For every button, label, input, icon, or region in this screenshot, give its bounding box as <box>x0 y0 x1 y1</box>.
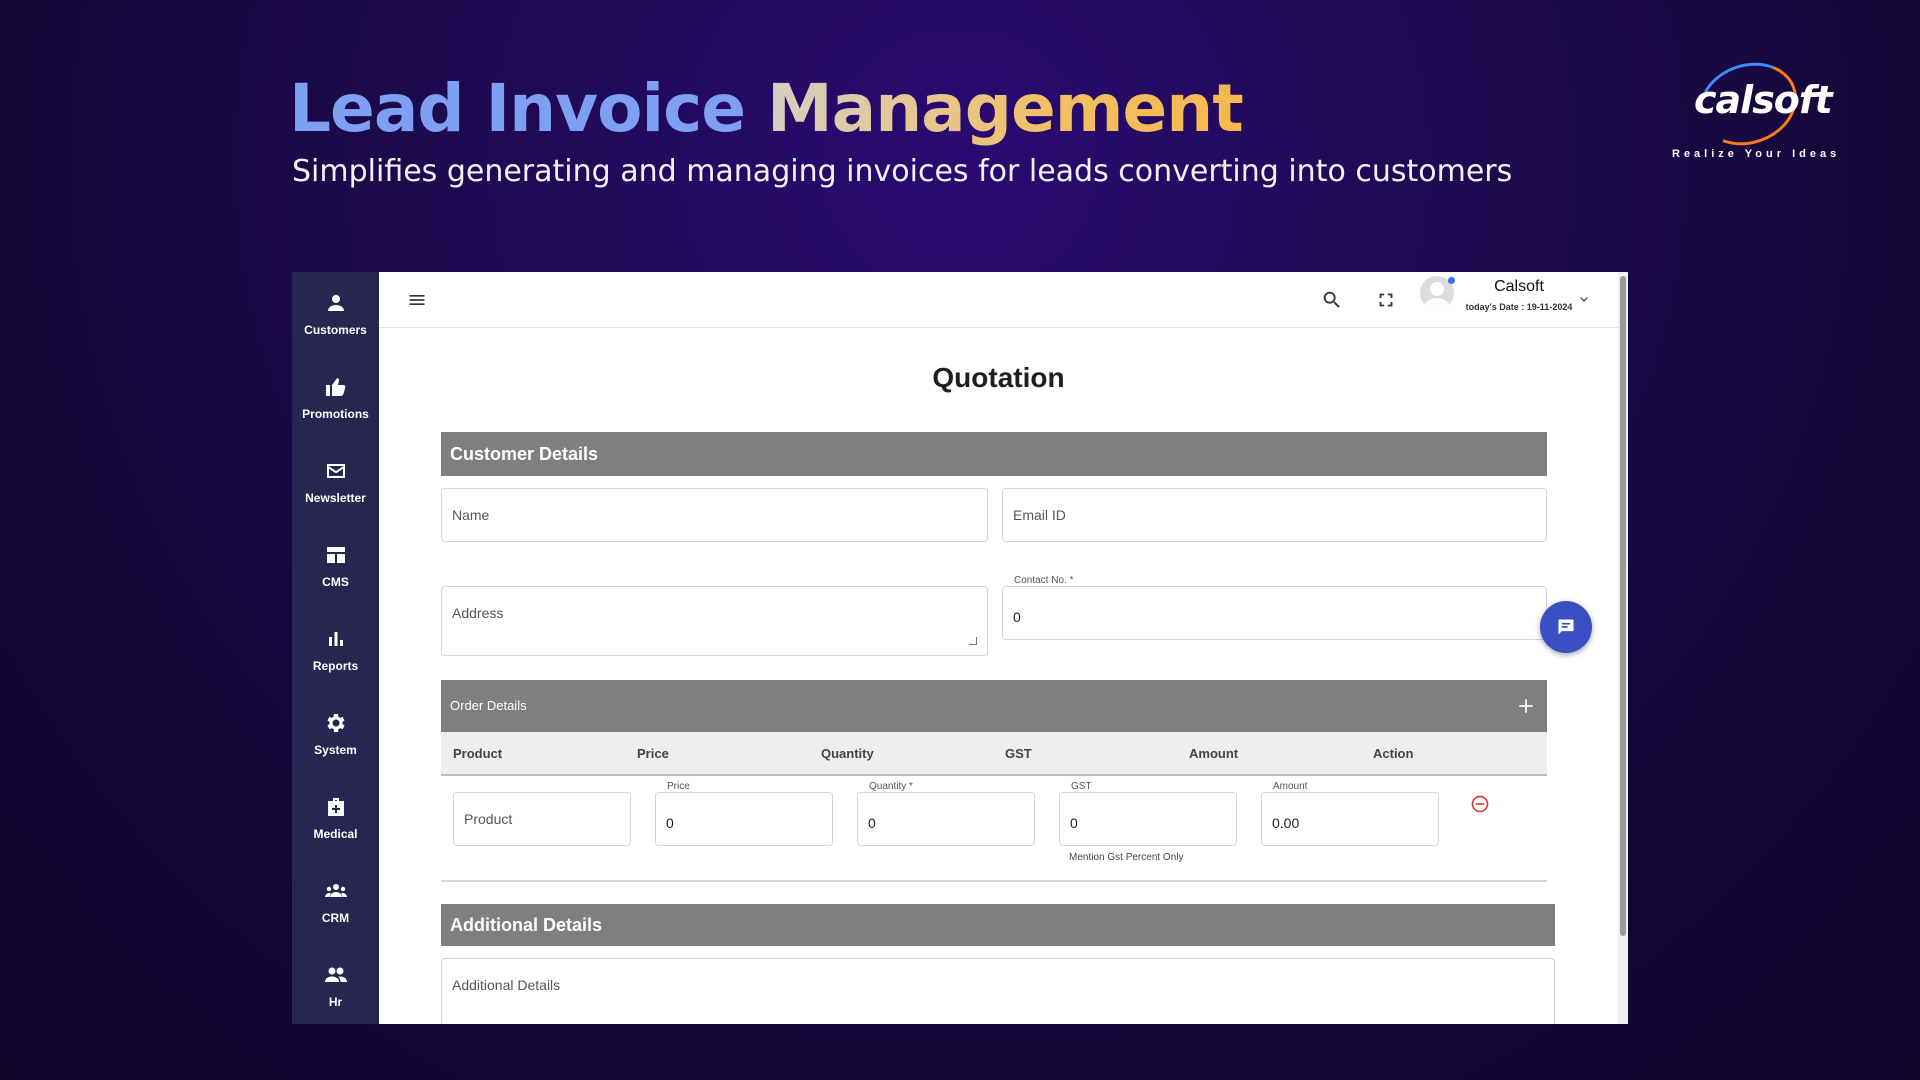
sidebar-item-newsletter[interactable]: Newsletter <box>292 442 379 522</box>
name-placeholder: Name <box>452 507 490 523</box>
address-placeholder: Address <box>452 605 504 621</box>
brand-logo: calsoft Realize Your Ideas <box>1660 49 1850 167</box>
amount-value: 0.00 <box>1272 815 1300 831</box>
fullscreen-button[interactable] <box>1375 289 1397 311</box>
name-field[interactable]: Name <box>441 488 988 542</box>
sidebar-item-label: CRM <box>321 911 350 925</box>
gst-label: GST <box>1068 781 1095 792</box>
order-table-header: Product Price Quantity GST Amount Action <box>441 732 1547 776</box>
price-label: Price <box>664 781 693 792</box>
search-icon <box>1323 291 1340 308</box>
sidebar-item-medical[interactable]: Medical <box>292 778 379 858</box>
hero-subtitle: Simplifies generating and managing invoi… <box>292 154 1513 189</box>
sidebar-item-customers[interactable]: Customers <box>292 274 379 354</box>
person-icon <box>327 295 344 311</box>
sidebar-item-label: Newsletter <box>305 491 366 505</box>
order-details-header: Order Details <box>441 680 1547 732</box>
sidebar-item-system[interactable]: System <box>292 694 379 774</box>
chat-icon <box>1558 619 1574 635</box>
fullscreen-icon <box>1379 293 1393 307</box>
section-title: Customer Details <box>450 444 599 464</box>
row-divider <box>441 880 1547 882</box>
sidebar-item-label: Medical <box>313 827 358 841</box>
chevron-down-icon <box>1580 297 1588 302</box>
sidebar-item-label: Customers <box>304 323 367 337</box>
sidebar-item-label: Hr <box>328 995 343 1009</box>
gst-hint: Mention Gst Percent Only <box>1069 852 1184 863</box>
sidebar-item-label: Promotions <box>302 407 369 421</box>
amount-label: Amount <box>1270 781 1311 792</box>
hamburger-icon <box>409 295 425 305</box>
sidebar-item-reports[interactable]: Reports <box>292 610 379 690</box>
topbar: Calsoft today's Date : 19-11-2024 <box>379 272 1628 328</box>
amount-field[interactable]: Amount 0.00 <box>1261 781 1439 846</box>
price-field[interactable]: Price 0 <box>655 781 833 846</box>
remove-row-button[interactable] <box>1470 794 1490 814</box>
column-header-gst: GST <box>1005 746 1032 761</box>
gear-icon <box>326 714 345 732</box>
contact-number-value: 0 <box>1013 609 1021 625</box>
additional-details-header: Additional Details <box>441 904 1555 946</box>
quantity-label: Quantity * <box>866 781 916 792</box>
column-header-quantity: Quantity <box>821 746 874 761</box>
customer-details-header: Customer Details <box>441 432 1547 476</box>
thumbs-up-icon <box>325 378 345 396</box>
brand-tagline: Realize Your Ideas <box>1672 148 1841 160</box>
sidebar-item-cms[interactable]: CMS <box>292 526 379 606</box>
search-button[interactable] <box>1321 289 1343 311</box>
sidebar-item-crm[interactable]: CRM <box>292 862 379 942</box>
email-placeholder: Email ID <box>1013 507 1066 523</box>
bar-chart-icon <box>328 632 343 646</box>
chat-button[interactable] <box>1540 601 1592 653</box>
email-field[interactable]: Email ID <box>1002 488 1547 542</box>
todays-date: today's Date : 19-11-2024 <box>1465 302 1573 312</box>
sidebar-item-label: Reports <box>312 659 359 673</box>
remove-circle-icon <box>1471 795 1489 813</box>
mail-icon <box>326 464 345 478</box>
app-window: Customers Promotions Newsletter CMS Repo… <box>292 272 1628 1024</box>
user-menu-toggle[interactable] <box>1577 292 1591 306</box>
scrollbar[interactable] <box>1618 272 1628 1024</box>
people-icon <box>324 967 347 982</box>
sidebar-item-label: CMS <box>322 575 349 589</box>
price-value: 0 <box>666 815 674 831</box>
hero-title: Lead Invoice Management <box>289 70 1244 147</box>
contact-number-field[interactable]: Contact No. * 0 <box>1002 575 1547 640</box>
sidebar-item-hr[interactable]: Hr <box>292 946 379 1024</box>
gst-value: 0 <box>1070 815 1078 831</box>
scrollbar-thumb[interactable] <box>1620 276 1626 936</box>
column-header-amount: Amount <box>1189 746 1239 761</box>
page-title: Quotation <box>932 362 1065 393</box>
quantity-field[interactable]: Quantity * 0 <box>857 781 1035 846</box>
sidebar: Customers Promotions Newsletter CMS Repo… <box>292 272 379 1024</box>
address-field[interactable]: Address <box>441 586 988 656</box>
group-icon <box>324 884 347 897</box>
resize-handle[interactable] <box>969 637 977 645</box>
sidebar-item-label: System <box>314 743 357 757</box>
online-status-dot <box>1448 277 1455 284</box>
add-order-row-button[interactable] <box>1516 696 1536 716</box>
section-title: Order Details <box>450 698 527 713</box>
medical-bag-icon <box>327 798 344 816</box>
column-header-action: Action <box>1373 746 1414 761</box>
product-field[interactable]: Product <box>453 792 631 846</box>
column-header-product: Product <box>453 746 503 761</box>
product-placeholder: Product <box>464 811 513 827</box>
user-name[interactable]: Calsoft <box>1466 278 1572 296</box>
hero-title-part2: Management <box>766 70 1244 147</box>
gst-field[interactable]: GST 0 <box>1059 781 1237 846</box>
brand-name: calsoft <box>1694 78 1833 122</box>
menu-button[interactable] <box>407 290 427 310</box>
sidebar-item-promotions[interactable]: Promotions <box>292 358 379 438</box>
additional-details-field[interactable]: Additional Details <box>441 958 1555 1024</box>
dashboard-icon <box>326 547 345 563</box>
section-title: Additional Details <box>450 915 603 935</box>
column-header-price: Price <box>637 746 669 761</box>
quantity-value: 0 <box>868 815 876 831</box>
contact-number-label: Contact No. * <box>1011 575 1077 586</box>
additional-details-placeholder: Additional Details <box>452 977 561 993</box>
plus-icon <box>1519 699 1533 713</box>
hero-title-part1: Lead Invoice <box>289 70 746 147</box>
